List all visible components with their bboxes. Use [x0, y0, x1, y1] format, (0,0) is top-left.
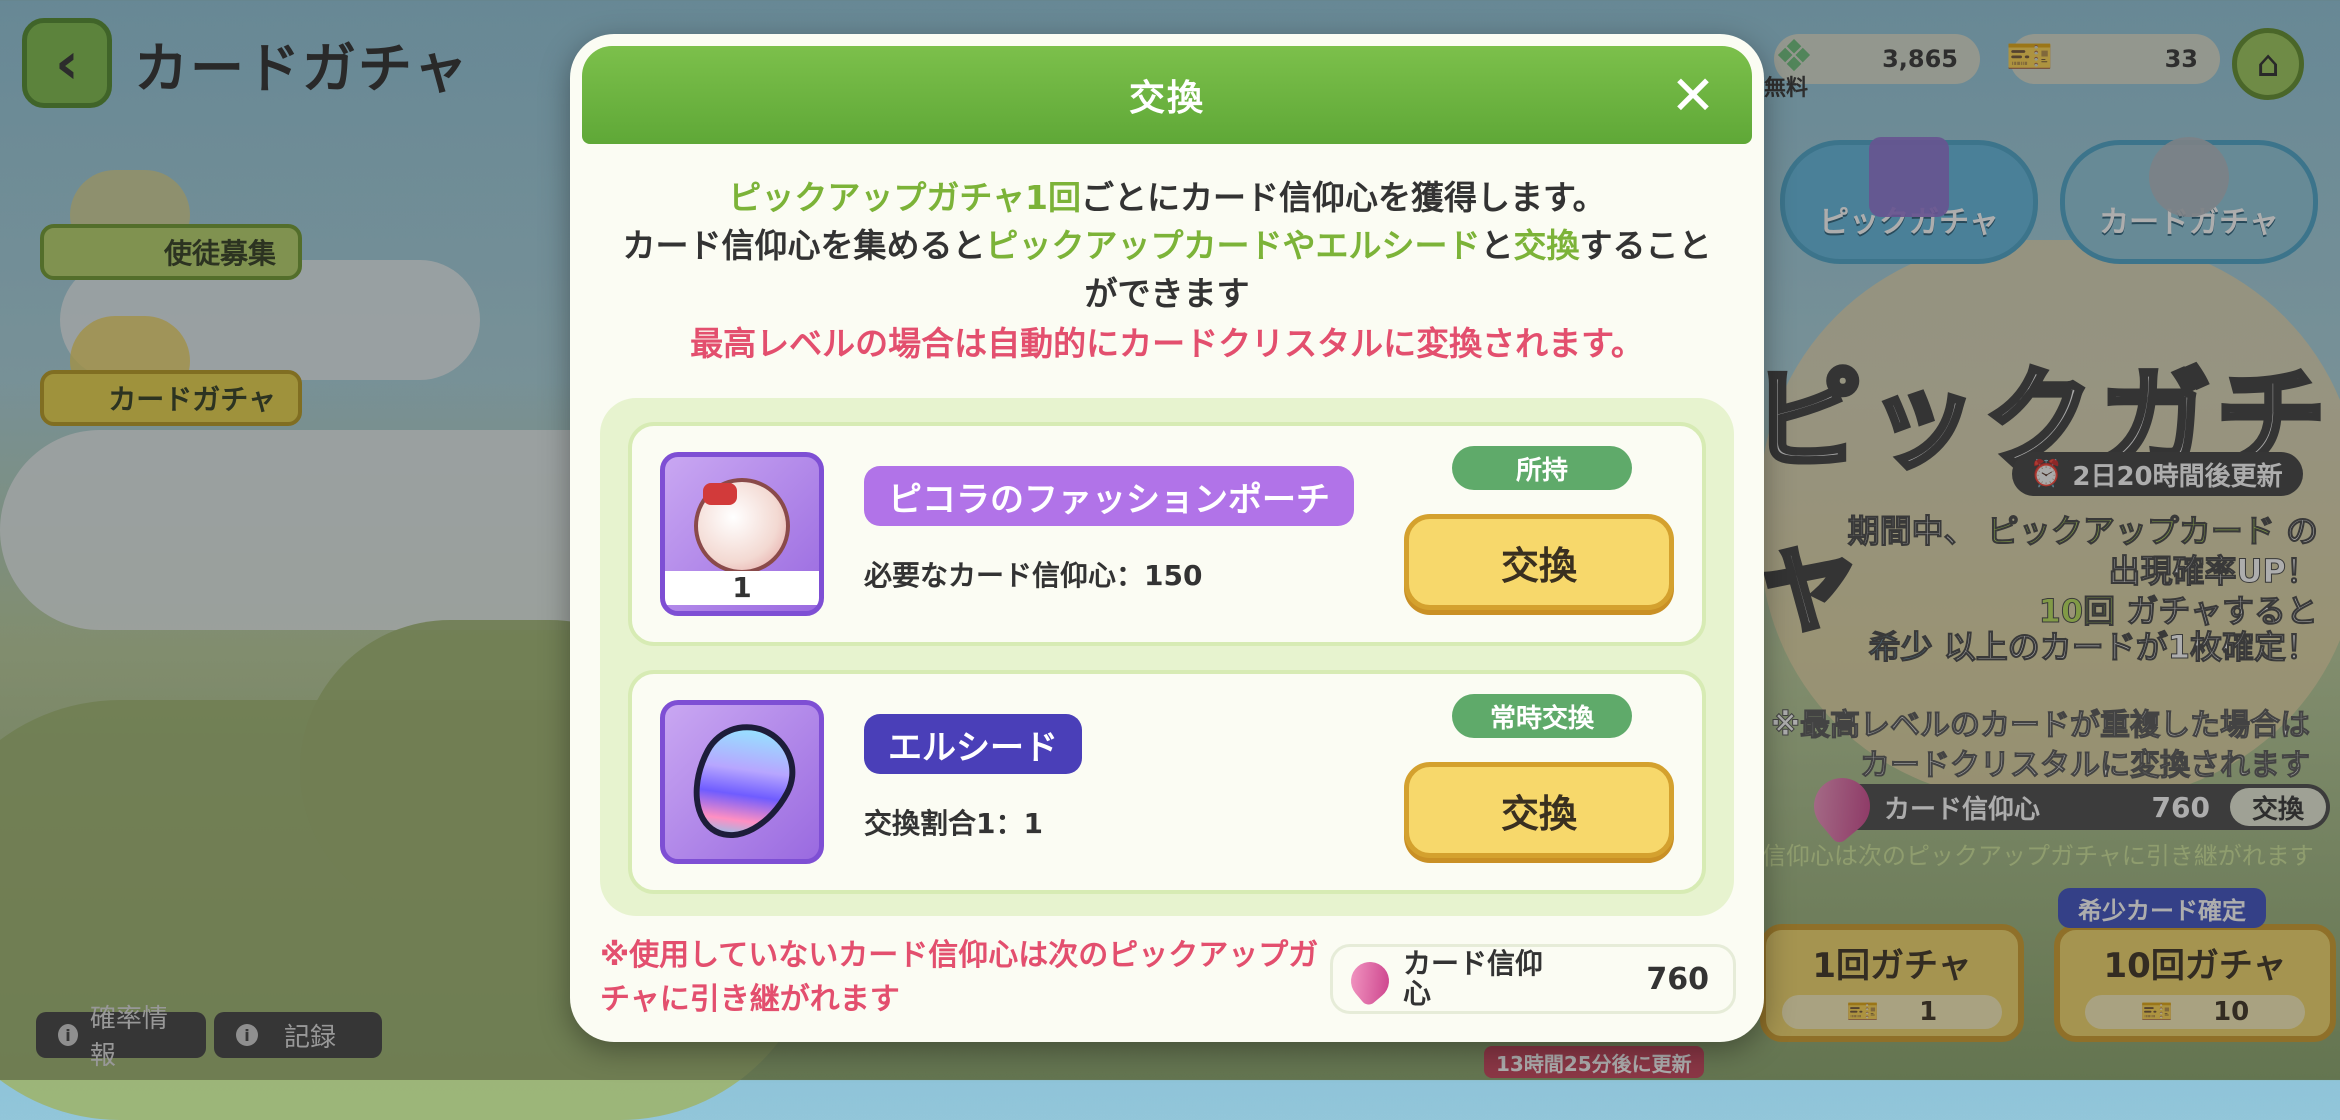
intro-warning: 最高レベルの場合は自動的にカードクリスタルに変換されます。	[690, 324, 1644, 363]
list-item: エルシード 交換割合1：1 常時交換 交換	[628, 670, 1706, 894]
modal-header: 交換 ✕	[582, 46, 1752, 144]
status-badge: 所持	[1452, 446, 1632, 490]
modal-intro: ピックアップガチャ1回ごとにカード信仰心を獲得します。 カード信仰心を集めるとピ…	[610, 174, 1724, 368]
exchange-button[interactable]: 交換	[1404, 762, 1674, 858]
item-name: ピコラのファッションポーチ	[864, 466, 1354, 526]
item-quantity: 1	[665, 571, 819, 605]
list-item: 1 ピコラのファッションポーチ 必要なカード信仰心：150 所持 交換	[628, 422, 1706, 646]
item-requirement: 必要なカード信仰心：150	[864, 559, 1203, 592]
close-icon[interactable]: ✕	[1658, 60, 1728, 130]
item-name: エルシード	[864, 714, 1082, 774]
intro-line: カード信仰心を集めるとピックアップカードやエルシードと交換することができます	[622, 226, 1712, 313]
exchange-button[interactable]: 交換	[1404, 514, 1674, 610]
faith-balance: カード信仰心 760	[1330, 944, 1736, 1014]
footer-note: ※使用していないカード信仰心は次のピックアップガチャに引き継がれます	[600, 938, 1319, 1017]
elseed-gem-image	[671, 707, 813, 857]
balance-value: 760	[1646, 961, 1709, 997]
elseed-item-icon	[660, 700, 824, 864]
item-requirement: 交換割合1：1	[864, 807, 1043, 840]
faith-gem-icon	[1343, 954, 1397, 1008]
bow-icon	[703, 483, 737, 505]
balance-label: カード信仰心	[1403, 947, 1544, 1010]
modal-title: 交換	[1128, 78, 1205, 119]
exchange-list: 1 ピコラのファッションポーチ 必要なカード信仰心：150 所持 交換 エルシー…	[600, 398, 1734, 916]
pouch-item-icon: 1	[660, 452, 824, 616]
intro-line: ピックアップガチャ1回ごとにカード信仰心を獲得します。	[728, 178, 1606, 217]
exchange-modal: 交換 ✕ ピックアップガチャ1回ごとにカード信仰心を獲得します。 カード信仰心を…	[570, 34, 1764, 1042]
status-badge: 常時交換	[1452, 694, 1632, 738]
